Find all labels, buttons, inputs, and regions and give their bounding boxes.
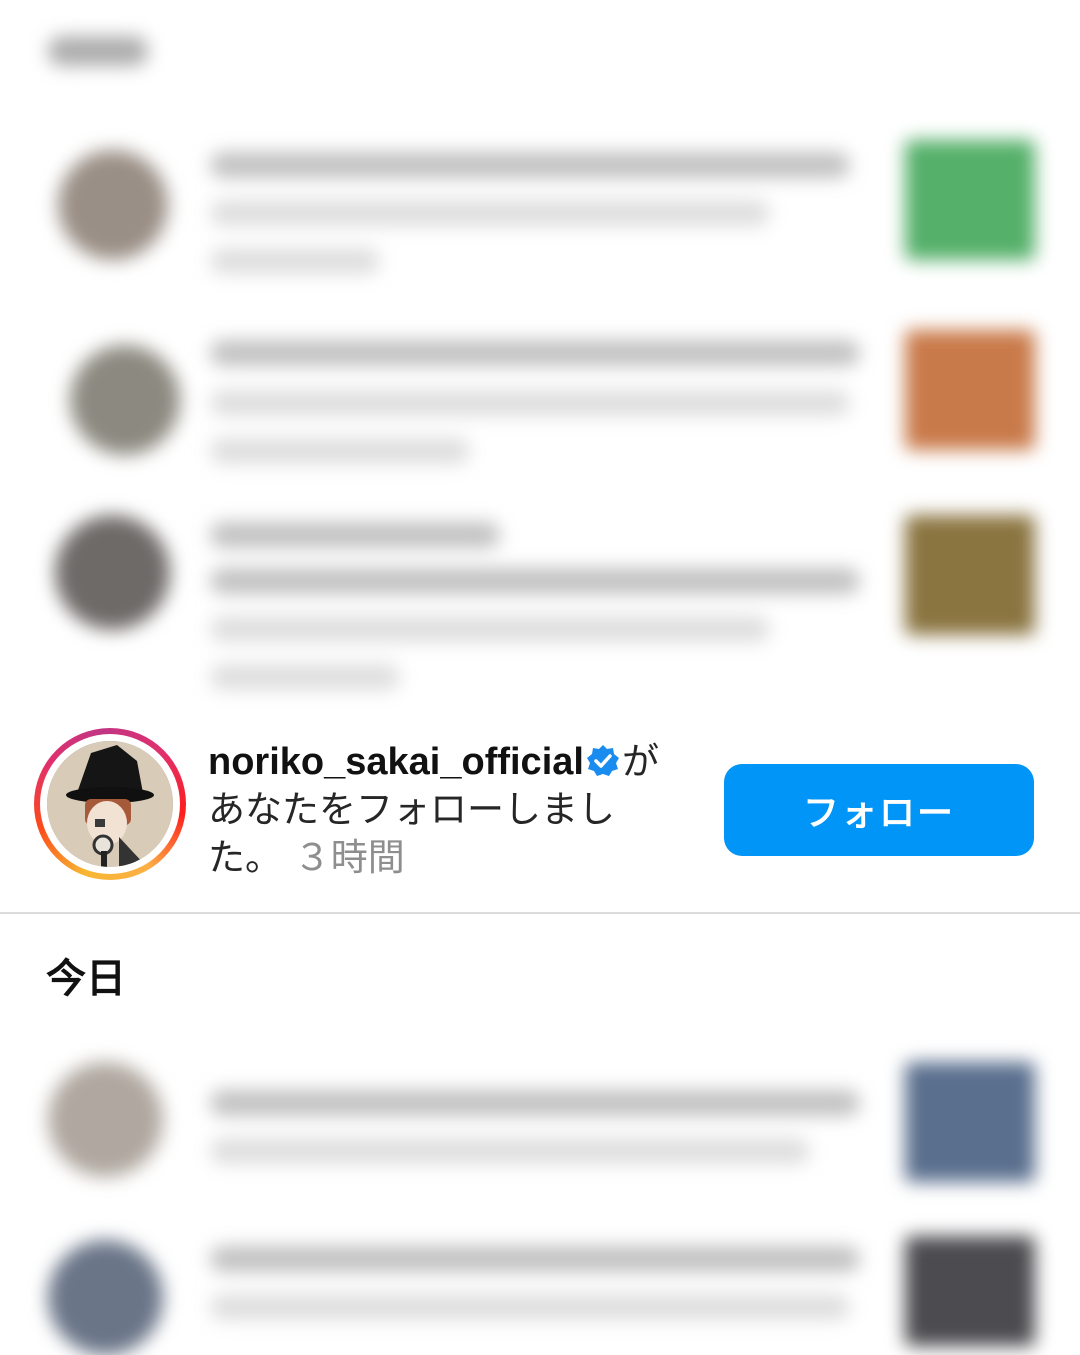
blurred-text [210,340,860,366]
username[interactable]: noriko_sakai_official [208,741,584,783]
blurred-text [210,616,770,642]
blurred-text [210,200,770,226]
notification-time: ３時間 [293,836,405,879]
blurred-text [210,152,850,178]
blurred-text [210,1246,860,1272]
profile-photo [47,741,173,867]
post-thumbnail[interactable] [905,515,1035,635]
avatar[interactable] [48,1062,163,1177]
avatar[interactable] [70,345,180,455]
section-divider [0,912,1080,914]
post-thumbnail[interactable] [905,1236,1035,1346]
blurred-text [210,1294,850,1320]
post-thumbnail[interactable] [905,140,1035,260]
notification-suffix: が [621,740,659,783]
verified-badge-icon [586,745,619,776]
blurred-text [210,664,400,690]
post-thumbnail[interactable] [905,1062,1035,1182]
notification-text: noriko_sakai_official が あなたをフォローしまし た。 ３… [208,738,698,882]
blurred-text [210,1138,810,1164]
follow-button[interactable]: フォロー [724,764,1034,856]
blurred-text [210,390,850,416]
notification-message: あなたをフォローしまし [208,788,615,831]
blurred-text [210,522,500,548]
notification-message-end: た。 [208,836,282,879]
section-title-today: 今日 [46,956,126,1002]
blurred-text [210,248,380,274]
avatar[interactable] [47,741,173,867]
section-title-blurred [48,36,148,66]
post-thumbnail[interactable] [905,330,1035,450]
avatar[interactable] [58,150,168,260]
blurred-text [210,1090,860,1116]
blurred-text [210,438,470,464]
avatar[interactable] [48,1240,163,1355]
blurred-text [210,568,860,594]
story-ring[interactable] [34,728,186,880]
avatar[interactable] [55,515,170,630]
